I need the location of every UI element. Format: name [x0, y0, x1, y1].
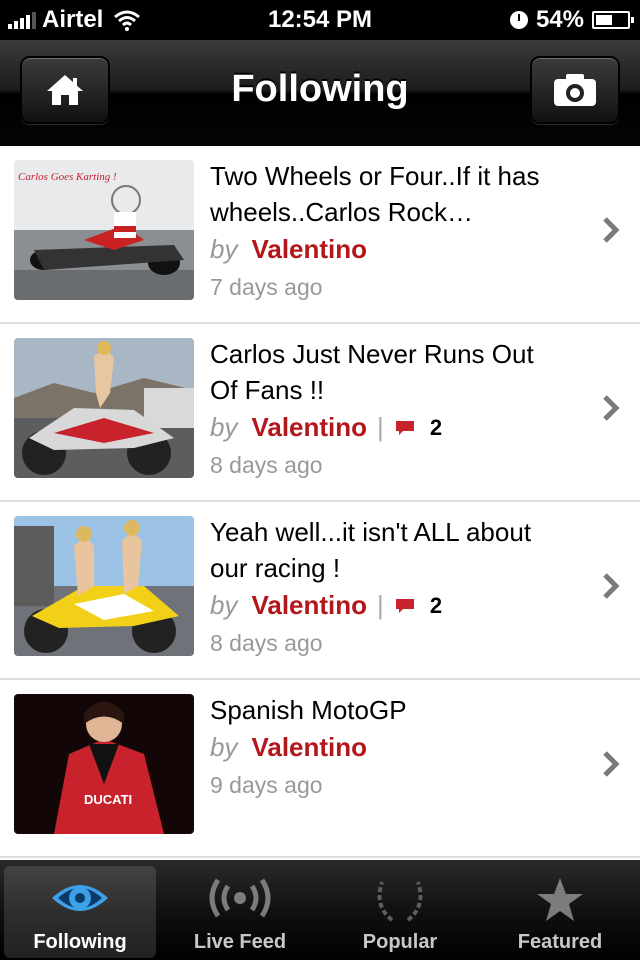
post-meta: by Valentino | 2 [210, 412, 443, 443]
post-row[interactable]: Yeah well...it isn't ALL about our racin… [0, 502, 640, 680]
tab-live-feed[interactable]: Live Feed [164, 866, 316, 958]
chevron-right-icon [603, 395, 620, 421]
status-right: 54% [509, 6, 634, 34]
tab-following[interactable]: Following [4, 866, 156, 958]
post-title: Yeah well...it isn't ALL about our racin… [210, 517, 532, 583]
eye-icon [52, 885, 108, 911]
star-icon [537, 878, 583, 921]
chevron-right-icon [603, 751, 620, 777]
post-row[interactable]: Carlos Just Never Runs Out Of Fans !! by… [0, 324, 640, 502]
post-time: 8 days ago [210, 630, 323, 656]
post-time: 7 days ago [210, 274, 323, 300]
by-label: by [210, 732, 238, 762]
by-label: by [210, 234, 238, 264]
chevron-right-icon [603, 573, 620, 599]
alarm-clock-icon [509, 11, 528, 29]
post-time: 9 days ago [210, 772, 323, 798]
author-link[interactable]: Valentino [251, 412, 367, 443]
tab-popular[interactable]: Popular [324, 866, 476, 958]
author-link[interactable]: Valentino [251, 732, 367, 763]
post-meta: by Valentino [210, 732, 367, 763]
battery-percent: 54% [535, 6, 584, 33]
post-meta: by Valentino [210, 234, 367, 265]
chevron-right-icon [603, 217, 620, 243]
laurel-icon [377, 881, 423, 922]
tab-label: Featured [517, 931, 603, 953]
tab-featured[interactable]: Featured [484, 866, 636, 958]
broadcast-icon [209, 878, 271, 918]
comment-count: 2 [429, 592, 443, 618]
camera-button[interactable] [530, 56, 620, 124]
status-bar: Airtel 12:54 PM 54% [0, 0, 640, 40]
post-title: Carlos Just Never Runs Out Of Fans !! [210, 339, 534, 405]
post-title: Spanish MotoGP [210, 695, 407, 725]
comment-icon [395, 598, 414, 613]
navigation-bar: Following [0, 40, 640, 146]
post-thumbnail: DUCATI [14, 694, 194, 834]
thumb-caption: DUCATI [84, 792, 132, 807]
tab-bar: Following Live Feed Popular Featured [0, 860, 640, 960]
tab-label: Popular [362, 931, 438, 953]
battery-icon [592, 11, 634, 29]
post-meta: by Valentino | 2 [210, 590, 443, 621]
comment-icon [395, 420, 414, 435]
post-time: 8 days ago [210, 452, 323, 478]
author-link[interactable]: Valentino [251, 234, 367, 265]
author-link[interactable]: Valentino [251, 590, 367, 621]
by-label: by [210, 590, 238, 620]
tab-label: Live Feed [193, 931, 287, 953]
post-thumbnail [14, 516, 194, 656]
thumb-caption: Carlos Goes Karting ! [18, 171, 117, 183]
post-thumbnail [14, 338, 194, 478]
camera-icon [554, 74, 596, 106]
tab-label: Following [33, 931, 127, 953]
by-label: by [210, 412, 238, 442]
post-row[interactable]: Carlos Goes Karting ! Two Wheels or Four… [0, 146, 640, 324]
post-list[interactable]: Carlos Goes Karting ! Two Wheels or Four… [0, 146, 640, 860]
comment-count: 2 [429, 414, 443, 440]
post-title: Two Wheels or Four..If it has wheels..Ca… [210, 161, 540, 227]
post-thumbnail: Carlos Goes Karting ! [14, 160, 194, 300]
post-row[interactable]: DUCATI Spanish MotoGP by Valentino 9 day… [0, 680, 640, 858]
